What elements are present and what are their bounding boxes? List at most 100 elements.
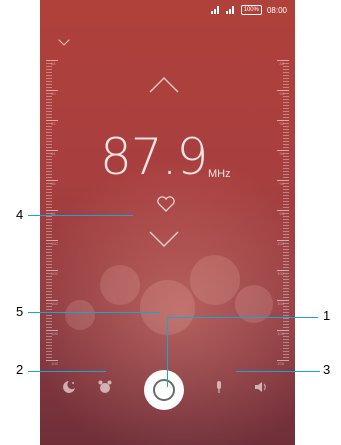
scale-tick xyxy=(46,78,52,79)
scale-tick xyxy=(283,288,289,289)
scale-tick xyxy=(283,234,289,235)
scale-tick xyxy=(283,96,289,97)
scale-tick xyxy=(283,138,289,139)
callout-leader-1 xyxy=(167,317,168,387)
scale-tick xyxy=(46,321,52,322)
speaker-icon[interactable] xyxy=(254,380,268,394)
scale-tick xyxy=(283,159,289,160)
scale-label: 102 xyxy=(277,271,284,276)
scale-tick xyxy=(46,357,52,358)
scale-label: 96 xyxy=(279,181,284,186)
microphone-icon[interactable] xyxy=(212,380,226,394)
scale-tick xyxy=(283,324,289,325)
scale-tick xyxy=(46,156,52,157)
scale-tick xyxy=(283,267,289,268)
scale-tick xyxy=(46,258,52,259)
alarm-icon[interactable] xyxy=(98,380,112,394)
scale-label: 94 xyxy=(279,151,284,156)
scale-tick xyxy=(46,345,52,346)
scale-tick xyxy=(46,168,52,169)
scale-tick xyxy=(283,126,289,127)
scale-tick xyxy=(283,132,289,133)
scale-tick xyxy=(283,129,289,130)
scale-tick xyxy=(283,201,289,202)
scale-tick xyxy=(283,228,289,229)
scale-tick xyxy=(46,339,52,340)
callout-label-2: 2 xyxy=(16,362,24,377)
scale-tick xyxy=(46,276,52,277)
callout-label-4: 4 xyxy=(16,207,24,222)
favorite-heart-icon[interactable] xyxy=(156,196,176,212)
scale-tick xyxy=(46,231,52,232)
scale-tick xyxy=(46,66,52,67)
scale-tick xyxy=(283,297,289,298)
frequency-display: 87.9 MHz xyxy=(100,128,250,188)
seek-up-icon[interactable] xyxy=(146,70,182,106)
scale-tick xyxy=(283,144,289,145)
scale-tick xyxy=(283,114,289,115)
scale-tick xyxy=(283,348,289,349)
scale-tick xyxy=(46,72,52,73)
chevron-down-icon[interactable] xyxy=(58,34,70,46)
scale-tick xyxy=(46,75,52,76)
scale-tick xyxy=(283,135,289,136)
scale-tick xyxy=(283,357,289,358)
scale-tick xyxy=(283,81,289,82)
scale-tick xyxy=(46,267,52,268)
scale-tick xyxy=(283,147,289,148)
scale-tick xyxy=(46,225,52,226)
scale-tick xyxy=(46,342,52,343)
power-button[interactable] xyxy=(144,370,184,410)
scale-label: 92 xyxy=(51,121,56,126)
scale-tick xyxy=(46,141,52,142)
scale-tick xyxy=(46,177,52,178)
scale-tick xyxy=(283,75,289,76)
scale-tick xyxy=(283,69,289,70)
scale-label: 108 xyxy=(51,361,58,366)
scale-tick xyxy=(283,84,289,85)
status-time: 08:00 xyxy=(266,5,287,15)
signal-icon xyxy=(210,6,221,14)
status-bar: 100% 08:00 xyxy=(210,4,287,16)
sleep-timer-icon[interactable] xyxy=(62,380,76,394)
callout-label-1: 1 xyxy=(323,308,331,323)
seek-down-icon[interactable] xyxy=(146,220,182,256)
scale-tick xyxy=(46,315,52,316)
scale-tick xyxy=(283,198,289,199)
scale-label: 102 xyxy=(51,271,58,276)
scale-tick xyxy=(283,309,289,310)
scale-tick xyxy=(46,81,52,82)
scale-tick xyxy=(283,162,289,163)
callout-label-3: 3 xyxy=(323,362,331,377)
scale-tick xyxy=(46,165,52,166)
scale-label: 90 xyxy=(279,91,284,96)
scale-tick xyxy=(46,234,52,235)
scale-tick xyxy=(46,336,52,337)
scale-tick xyxy=(283,339,289,340)
scale-tick xyxy=(283,111,289,112)
scale-tick xyxy=(283,336,289,337)
scale-tick xyxy=(46,219,52,220)
callout-line-4 xyxy=(28,215,133,216)
scale-tick xyxy=(283,141,289,142)
callout-line-2 xyxy=(28,371,106,372)
scale-label: 98 xyxy=(279,211,284,216)
scale-tick xyxy=(283,99,289,100)
scale-tick xyxy=(283,246,289,247)
scale-tick xyxy=(46,297,52,298)
scale-tick xyxy=(46,207,52,208)
scale-tick xyxy=(283,177,289,178)
scale-tick xyxy=(46,264,52,265)
callout-label-5: 5 xyxy=(16,304,24,319)
bokeh-decor xyxy=(190,255,240,305)
scale-tick xyxy=(283,321,289,322)
scale-tick xyxy=(46,159,52,160)
frequency-unit: MHz xyxy=(208,168,231,180)
scale-tick xyxy=(46,132,52,133)
scale-tick xyxy=(46,261,52,262)
scale-tick xyxy=(46,147,52,148)
scale-tick xyxy=(283,216,289,217)
scale-tick xyxy=(46,129,52,130)
scale-tick xyxy=(283,105,289,106)
scale-tick xyxy=(46,201,52,202)
